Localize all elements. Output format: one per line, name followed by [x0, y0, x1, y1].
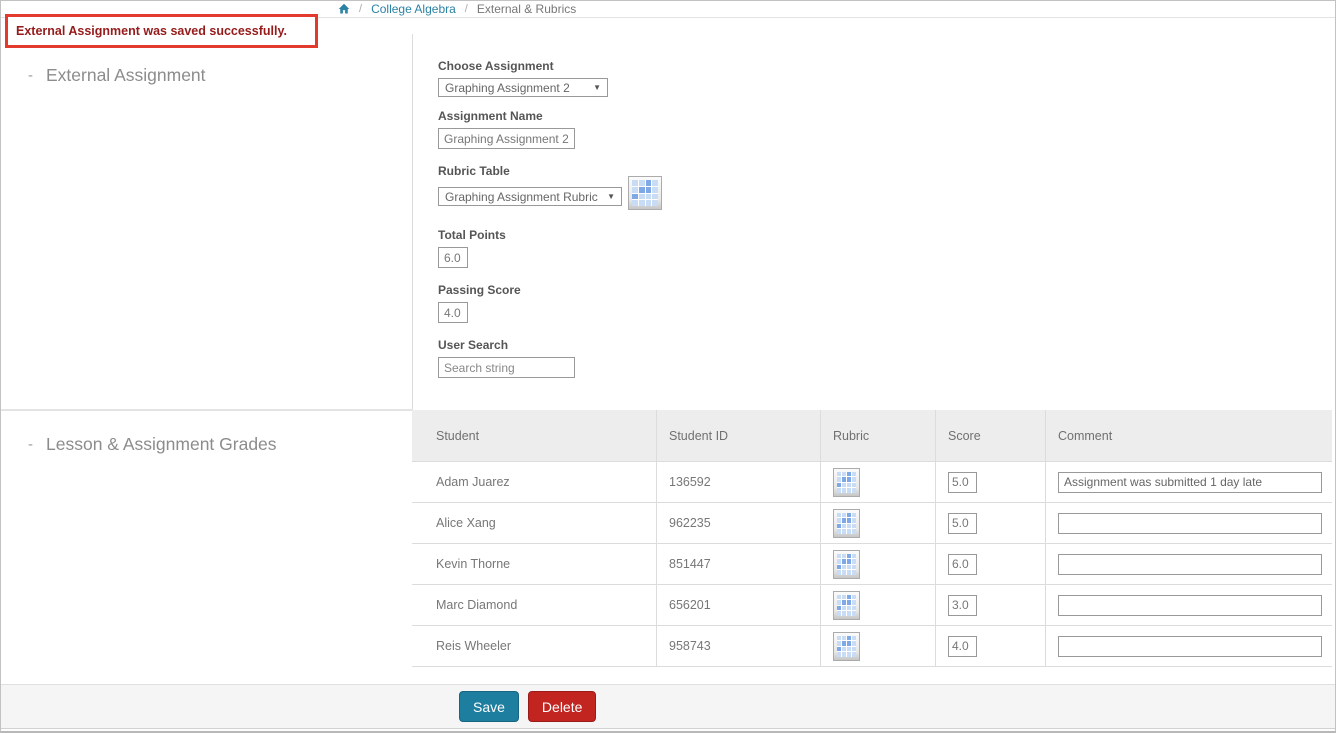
- passing-score-label: Passing Score: [438, 283, 521, 297]
- student-id: 136592: [657, 462, 821, 502]
- success-alert: External Assignment was saved successful…: [5, 14, 318, 48]
- table-row: Marc Diamond656201: [412, 585, 1332, 626]
- header-comment: Comment: [1046, 410, 1332, 461]
- score-input[interactable]: [948, 513, 977, 534]
- save-button[interactable]: Save: [459, 691, 519, 722]
- footer-bar: Save Delete: [1, 684, 1335, 728]
- breadcrumb: / College Algebra / External & Rubrics: [338, 2, 576, 16]
- assignment-name-label: Assignment Name: [438, 109, 575, 123]
- rubric-grid-icon[interactable]: [628, 176, 662, 210]
- header-student-id: Student ID: [657, 410, 821, 461]
- student-name: Kevin Thorne: [412, 544, 657, 584]
- comment-input[interactable]: [1058, 554, 1322, 575]
- choose-assignment-group: Choose Assignment Graphing Assignment 2 …: [438, 59, 608, 97]
- score-cell: [936, 626, 1046, 666]
- rubric-cell: [821, 544, 936, 584]
- choose-assignment-label: Choose Assignment: [438, 59, 608, 73]
- breadcrumb-separator: /: [359, 3, 362, 15]
- rubric-grid-icon[interactable]: [833, 468, 860, 497]
- total-points-label: Total Points: [438, 228, 506, 242]
- score-cell: [936, 462, 1046, 502]
- choose-assignment-value: Graphing Assignment 2: [445, 81, 570, 95]
- student-id: 962235: [657, 503, 821, 543]
- assignment-name-input[interactable]: [438, 128, 575, 149]
- breadcrumb-current: External & Rubrics: [477, 2, 576, 16]
- rubric-cell: [821, 626, 936, 666]
- section-grades: - Lesson & Assignment Grades: [28, 434, 277, 455]
- comment-cell: [1046, 544, 1332, 584]
- table-row: Reis Wheeler958743: [412, 626, 1332, 667]
- rubric-grid-icon[interactable]: [833, 509, 860, 538]
- horizontal-divider: [1, 409, 413, 411]
- assignment-name-group: Assignment Name: [438, 109, 575, 149]
- comment-cell: [1046, 462, 1332, 502]
- user-search-label: User Search: [438, 338, 575, 352]
- score-cell: [936, 585, 1046, 625]
- collapse-toggle-icon[interactable]: -: [28, 67, 33, 84]
- chevron-down-icon: ▼: [593, 83, 601, 92]
- score-input[interactable]: [948, 472, 977, 493]
- section-title-external-assignment: External Assignment: [46, 65, 206, 86]
- score-input[interactable]: [948, 554, 977, 575]
- total-points-group: Total Points: [438, 228, 506, 268]
- page: / College Algebra / External & Rubrics E…: [0, 0, 1336, 733]
- breadcrumb-course-link[interactable]: College Algebra: [371, 2, 456, 16]
- score-input[interactable]: [948, 636, 977, 657]
- header-score: Score: [936, 410, 1046, 461]
- rubric-cell: [821, 585, 936, 625]
- student-name: Marc Diamond: [412, 585, 657, 625]
- rubric-cell: [821, 503, 936, 543]
- success-alert-message: External Assignment was saved successful…: [16, 24, 287, 38]
- comment-cell: [1046, 503, 1332, 543]
- comment-input[interactable]: [1058, 513, 1322, 534]
- comment-input[interactable]: [1058, 472, 1322, 493]
- user-search-group: User Search: [438, 338, 575, 378]
- home-icon[interactable]: [338, 3, 350, 15]
- section-external-assignment: - External Assignment: [28, 65, 206, 86]
- user-search-input[interactable]: [438, 357, 575, 378]
- passing-score-group: Passing Score: [438, 283, 521, 323]
- header-rubric: Rubric: [821, 410, 936, 461]
- comment-input[interactable]: [1058, 636, 1322, 657]
- table-row: Alice Xang962235: [412, 503, 1332, 544]
- rubric-table-select[interactable]: Graphing Assignment Rubric ▼: [438, 187, 622, 206]
- window-edge: [1, 728, 1335, 733]
- score-cell: [936, 544, 1046, 584]
- vertical-divider: [412, 34, 413, 411]
- comment-input[interactable]: [1058, 595, 1322, 616]
- rubric-cell: [821, 462, 936, 502]
- comment-cell: [1046, 626, 1332, 666]
- score-cell: [936, 503, 1046, 543]
- rubric-table-value: Graphing Assignment Rubric: [445, 190, 598, 204]
- delete-button[interactable]: Delete: [528, 691, 596, 722]
- grades-table-body: Adam Juarez136592Alice Xang962235Kevin T…: [412, 462, 1332, 667]
- total-points-input[interactable]: [438, 247, 468, 268]
- passing-score-input[interactable]: [438, 302, 468, 323]
- rubric-grid-icon[interactable]: [833, 632, 860, 661]
- student-id: 851447: [657, 544, 821, 584]
- student-name: Adam Juarez: [412, 462, 657, 502]
- comment-cell: [1046, 585, 1332, 625]
- header-student: Student: [412, 410, 657, 461]
- chevron-down-icon: ▼: [607, 192, 615, 201]
- choose-assignment-select[interactable]: Graphing Assignment 2 ▼: [438, 78, 608, 97]
- table-row: Kevin Thorne851447: [412, 544, 1332, 585]
- student-name: Reis Wheeler: [412, 626, 657, 666]
- collapse-toggle-icon[interactable]: -: [28, 436, 33, 453]
- grades-table-header: Student Student ID Rubric Score Comment: [412, 410, 1332, 462]
- table-row: Adam Juarez136592: [412, 462, 1332, 503]
- student-name: Alice Xang: [412, 503, 657, 543]
- score-input[interactable]: [948, 595, 977, 616]
- breadcrumb-separator: /: [465, 3, 468, 15]
- student-id: 958743: [657, 626, 821, 666]
- rubric-grid-icon[interactable]: [833, 591, 860, 620]
- grades-table: Student Student ID Rubric Score Comment …: [412, 410, 1332, 667]
- rubric-grid-icon[interactable]: [833, 550, 860, 579]
- student-id: 656201: [657, 585, 821, 625]
- rubric-table-group: Rubric Table Graphing Assignment Rubric …: [438, 164, 662, 210]
- section-title-grades: Lesson & Assignment Grades: [46, 434, 277, 455]
